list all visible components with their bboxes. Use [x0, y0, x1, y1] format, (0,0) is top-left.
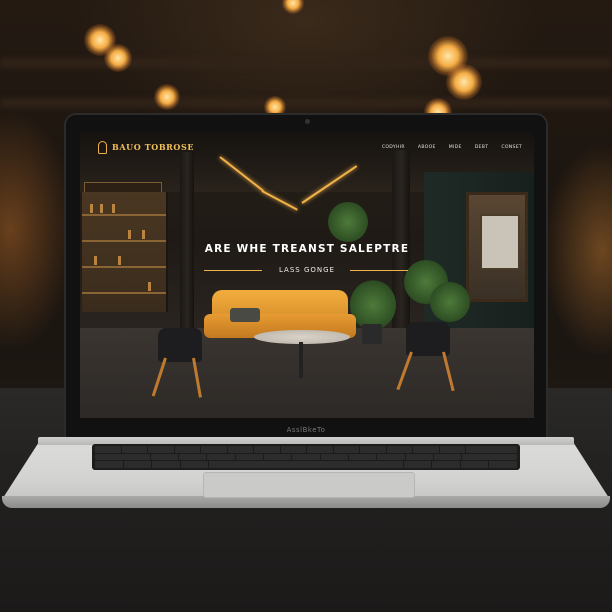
hero-title: ARE WHE TREANST SALEPTRE: [204, 243, 410, 255]
cushion: [230, 308, 260, 322]
nav-link[interactable]: CODYHIR: [382, 145, 405, 150]
hero-divider: [350, 270, 408, 271]
pendant-lamp-icon: [446, 64, 482, 100]
brand-logo[interactable]: BAUO TOBROSE: [98, 140, 195, 154]
plant-pot: [362, 324, 382, 344]
camera-icon: [305, 119, 310, 124]
nav-link[interactable]: ABOOE: [418, 145, 436, 150]
wall-poster: [480, 214, 520, 270]
keyboard[interactable]: [92, 444, 520, 470]
nav-link[interactable]: MIDE: [449, 145, 462, 150]
laptop-lid: BAUO TOBROSE CODYHIR ABOOE MIDE DEBT CON…: [64, 113, 548, 439]
laptop-screen: BAUO TOBROSE CODYHIR ABOOE MIDE DEBT CON…: [80, 132, 534, 418]
brand-name: BAUO TOBROSE: [112, 142, 195, 152]
ceiling-beam: [0, 58, 612, 68]
plant-icon: [350, 280, 396, 330]
lightbulb-icon: [98, 140, 107, 154]
pendant-lamp-icon: [154, 84, 180, 110]
nav-link[interactable]: CONSET: [501, 145, 522, 150]
hero-subtitle: LASS GONGE: [279, 266, 335, 274]
nav-links: CODYHIR ABOOE MIDE DEBT CONSET: [382, 145, 522, 150]
pendant-lamp-icon: [104, 44, 132, 72]
laptop-model-label: AsslBkeTo: [286, 426, 326, 434]
nav-link[interactable]: DEBT: [475, 145, 489, 150]
plant-icon: [328, 202, 368, 242]
pendant-lamp-icon: [282, 0, 304, 14]
table-leg: [299, 342, 303, 378]
plant-icon: [430, 282, 470, 322]
site-navbar: BAUO TOBROSE CODYHIR ABOOE MIDE DEBT CON…: [80, 132, 534, 162]
trackpad[interactable]: [203, 472, 415, 498]
